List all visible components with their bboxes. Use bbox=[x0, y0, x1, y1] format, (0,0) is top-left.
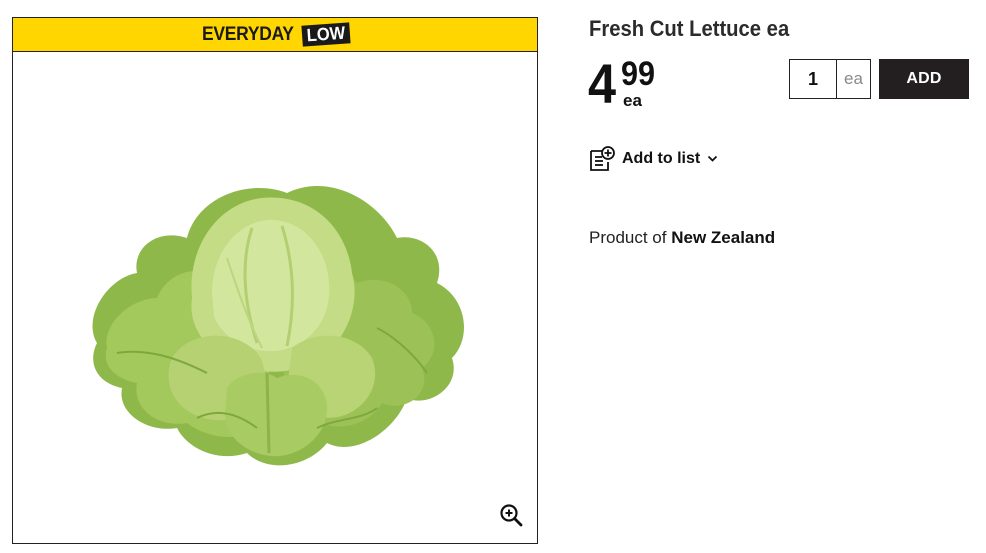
quantity-box: ea bbox=[789, 59, 871, 99]
list-add-icon bbox=[590, 146, 615, 171]
product-image-card: EVERYDAY LOW bbox=[12, 17, 538, 544]
price-dollars: 4 bbox=[588, 52, 617, 115]
quantity-input[interactable] bbox=[790, 60, 836, 98]
origin-prefix: Product of bbox=[589, 228, 672, 247]
origin-country: New Zealand bbox=[671, 228, 776, 247]
add-to-list-button[interactable]: Add to list bbox=[588, 145, 718, 173]
lettuce-image bbox=[92, 185, 464, 466]
promo-word: EVERYDAY bbox=[201, 23, 294, 45]
add-to-list-label: Add to list bbox=[622, 150, 701, 167]
price-unit: ea bbox=[623, 91, 642, 110]
product-origin: Product of New Zealand bbox=[589, 228, 775, 248]
quantity-unit: ea bbox=[844, 69, 863, 88]
promo-tag: LOW bbox=[301, 22, 351, 47]
price-cents: 99 bbox=[621, 55, 656, 93]
zoom-in-icon bbox=[500, 504, 523, 527]
add-to-cart-button[interactable]: ADD bbox=[879, 59, 969, 99]
everyday-low-banner: EVERYDAY LOW bbox=[13, 18, 537, 52]
zoom-button[interactable] bbox=[499, 503, 525, 529]
chevron-down-icon bbox=[708, 155, 718, 162]
product-title: Fresh Cut Lettuce ea bbox=[589, 16, 790, 41]
